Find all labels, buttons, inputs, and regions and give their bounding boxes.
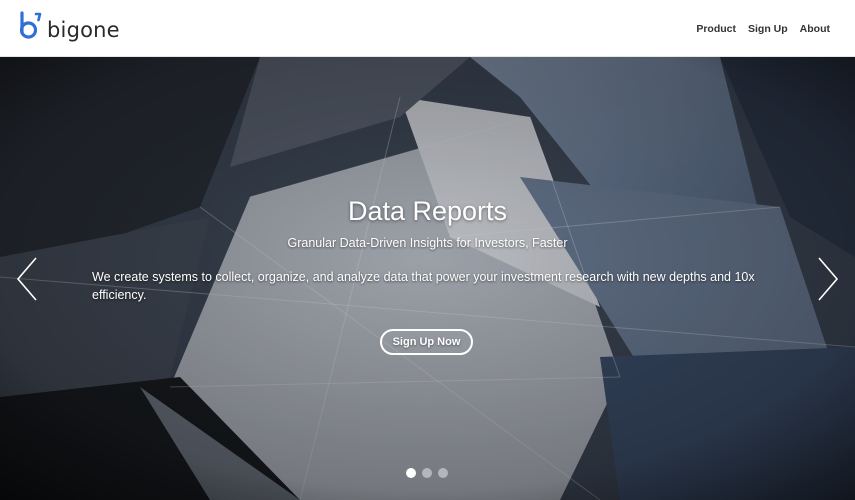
hero-description: We create systems to collect, organize, … bbox=[92, 270, 755, 302]
navbar: bigone Product Sign Up About bbox=[0, 0, 855, 57]
carousel-prev-button[interactable] bbox=[16, 256, 38, 302]
hero-subtitle: Granular Data-Driven Insights for Invest… bbox=[287, 236, 568, 250]
carousel-indicators bbox=[406, 468, 448, 478]
hero-title: Data Reports bbox=[347, 196, 508, 226]
carousel-next-button[interactable] bbox=[817, 256, 839, 302]
carousel-dot-1[interactable] bbox=[406, 468, 416, 478]
chevron-left-icon bbox=[16, 257, 37, 301]
sign-up-now-button[interactable]: Sign Up Now bbox=[380, 329, 473, 355]
brand-name: bigone bbox=[47, 18, 120, 42]
carousel-dot-2[interactable] bbox=[422, 468, 432, 478]
nav-link-about[interactable]: About bbox=[800, 23, 830, 35]
hero-carousel: Data Reports Granular Data-Driven Insigh… bbox=[0, 57, 855, 500]
main-nav: Product Sign Up About bbox=[696, 23, 830, 35]
nav-link-product[interactable]: Product bbox=[696, 23, 736, 35]
nav-link-sign-up[interactable]: Sign Up bbox=[748, 23, 788, 35]
carousel-dot-3[interactable] bbox=[438, 468, 448, 478]
chevron-right-icon bbox=[818, 257, 839, 301]
bigone-logo-icon bbox=[19, 11, 42, 39]
brand-logo[interactable]: bigone bbox=[18, 11, 120, 47]
